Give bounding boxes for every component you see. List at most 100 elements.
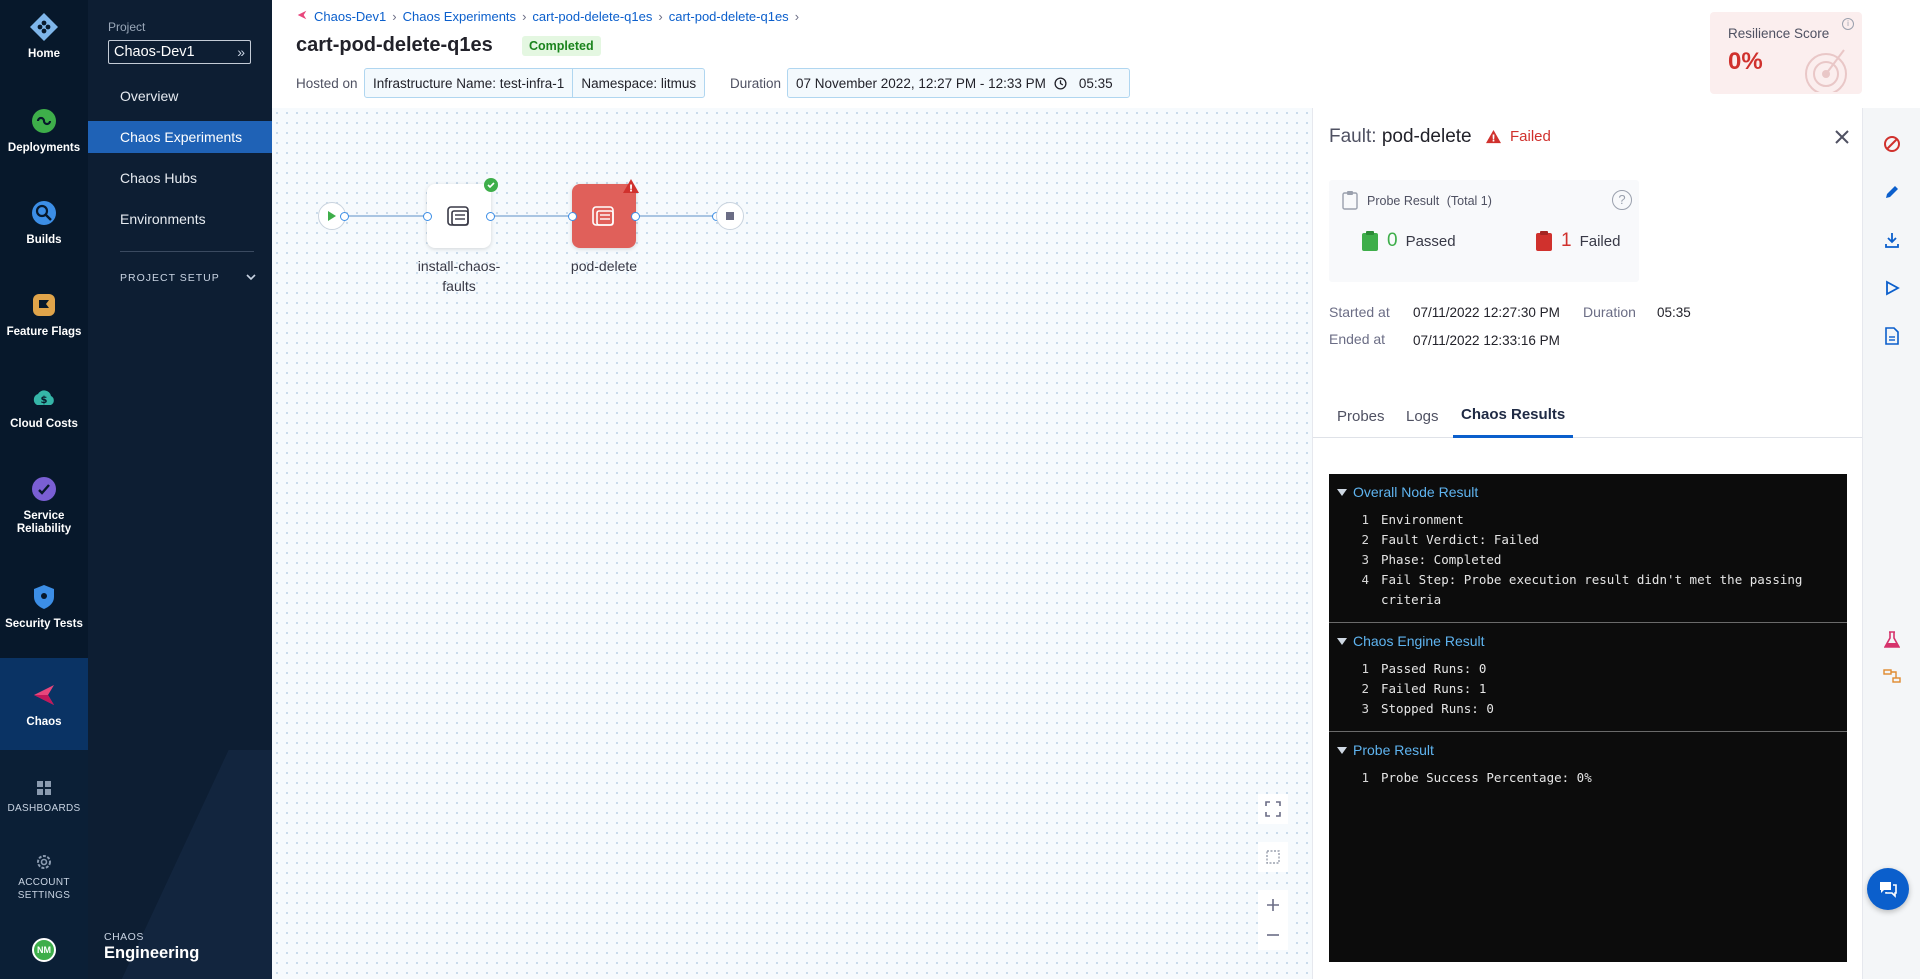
result-line: 1 Passed Runs: 0 bbox=[1329, 659, 1847, 679]
nav-dashboards-label: DASHBOARDS bbox=[7, 803, 81, 814]
breadcrumb-project[interactable]: Chaos-Dev1 bbox=[314, 9, 386, 24]
view-yaml-button[interactable] bbox=[1880, 324, 1904, 348]
plus-icon bbox=[1267, 899, 1279, 911]
caret-down-icon bbox=[1337, 488, 1347, 496]
detail-tabs: Probes Logs Chaos Results bbox=[1313, 394, 1863, 438]
result-section-header[interactable]: Probe Result bbox=[1329, 742, 1847, 758]
project-selector[interactable]: Chaos-Dev1 » bbox=[108, 40, 251, 64]
run-experiment-button[interactable] bbox=[1880, 276, 1904, 300]
tab-chaos-results[interactable]: Chaos Results bbox=[1453, 394, 1574, 438]
nav-deployments[interactable]: Deployments bbox=[0, 106, 88, 155]
chevron-down-icon bbox=[246, 272, 256, 284]
clipboard-failed-icon bbox=[1536, 231, 1552, 251]
nav-account-settings[interactable]: ACCOUNT SETTINGS bbox=[0, 852, 88, 902]
nav-deployments-label: Deployments bbox=[7, 142, 81, 154]
nav-feature-flags[interactable]: Feature Flags bbox=[0, 290, 88, 339]
step-node-install-chaos-faults[interactable] bbox=[427, 184, 491, 248]
ban-icon bbox=[1884, 136, 1900, 152]
download-icon bbox=[1885, 233, 1899, 248]
end-node[interactable] bbox=[716, 202, 744, 230]
double-chevron-right-icon: » bbox=[237, 44, 245, 60]
breadcrumb: Chaos-Dev1 › Chaos Experiments › cart-po… bbox=[296, 9, 799, 24]
nav-cloud-costs[interactable]: $ Cloud Costs bbox=[0, 382, 88, 431]
experiment-canvas[interactable]: install-chaos- faults ! pod-delete bbox=[272, 108, 1312, 979]
status-badge: Completed bbox=[522, 36, 601, 56]
support-chat-button[interactable] bbox=[1867, 868, 1909, 910]
warning-icon: ! bbox=[622, 178, 640, 197]
sidebar-item-environments[interactable]: Environments bbox=[88, 203, 272, 235]
help-icon[interactable]: ? bbox=[1612, 190, 1632, 210]
play-icon bbox=[328, 211, 336, 221]
breadcrumb-experiment-run[interactable]: cart-pod-delete-q1es bbox=[669, 9, 789, 24]
node-label-line: install-chaos- bbox=[417, 258, 501, 274]
project-setup-label: PROJECT SETUP bbox=[120, 272, 220, 284]
line-text: Failed Runs: 1 bbox=[1381, 681, 1487, 696]
ended-at-label: Ended at bbox=[1329, 331, 1386, 347]
line-text: Phase: Completed bbox=[1381, 552, 1502, 567]
line-number: 1 bbox=[1361, 661, 1369, 676]
probe-failed-label: Failed bbox=[1579, 232, 1621, 250]
fault-title-name: pod-delete bbox=[1381, 126, 1472, 147]
nav-chaos[interactable]: Chaos bbox=[0, 658, 88, 750]
nav-service-reliability-label: Service Reliability bbox=[16, 510, 72, 535]
fault-title: Fault: pod-delete bbox=[1329, 126, 1472, 148]
page-header: Chaos-Dev1 › Chaos Experiments › cart-po… bbox=[272, 0, 1862, 108]
sidebar-item-chaos-experiments[interactable]: Chaos Experiments bbox=[88, 121, 272, 153]
zoom-in-button[interactable] bbox=[1258, 890, 1288, 920]
resilience-score-card: Resilience Score 0% i bbox=[1710, 12, 1862, 94]
success-check-icon bbox=[484, 178, 498, 192]
tab-probes[interactable]: Probes bbox=[1329, 394, 1393, 438]
edit-experiment-button[interactable] bbox=[1880, 180, 1904, 204]
connector-port bbox=[486, 212, 495, 221]
svg-text:$: $ bbox=[41, 395, 48, 406]
probe-result-total: (Total 1) bbox=[1446, 194, 1492, 208]
pencil-icon bbox=[1886, 186, 1898, 198]
nav-builds[interactable]: Builds bbox=[0, 198, 88, 247]
breadcrumb-chaos-experiments[interactable]: Chaos Experiments bbox=[403, 9, 516, 24]
result-section-overall-node: Overall Node Result 1 Environment 2 Fault … bbox=[1329, 474, 1847, 623]
avatar[interactable]: NM bbox=[32, 938, 56, 962]
lab-button[interactable] bbox=[1880, 628, 1904, 652]
experiment-actions-toolbar bbox=[1862, 108, 1920, 979]
nav-service-reliability[interactable]: Service Reliability bbox=[0, 474, 88, 536]
probe-failed-stat: 1 Failed bbox=[1535, 230, 1620, 252]
module-brand-small: CHAOS bbox=[104, 931, 144, 943]
info-icon[interactable]: i bbox=[1842, 18, 1854, 30]
breadcrumb-separator: › bbox=[794, 9, 800, 24]
workflow-button[interactable] bbox=[1880, 664, 1904, 688]
breadcrumb-separator: › bbox=[392, 9, 397, 24]
probe-result-card: Probe Result (Total 1) ? 0 Passed 1 Fail… bbox=[1329, 180, 1639, 282]
sidebar-item-chaos-hubs[interactable]: Chaos Hubs bbox=[88, 162, 272, 194]
nav-dashboards[interactable]: DASHBOARDS bbox=[0, 778, 88, 815]
line-text: Fault Verdict: Failed bbox=[1381, 532, 1540, 547]
hosted-on-label: Hosted on bbox=[296, 76, 358, 91]
nav-security-tests[interactable]: Security Tests bbox=[0, 582, 88, 631]
zoom-out-button[interactable] bbox=[1258, 920, 1288, 950]
download-button[interactable] bbox=[1880, 228, 1904, 252]
chaos-icon bbox=[296, 9, 308, 24]
chaos-fault-icon bbox=[447, 206, 469, 226]
connector-port bbox=[340, 212, 349, 221]
nav-home[interactable]: Home bbox=[0, 12, 88, 61]
result-section-title: Overall Node Result bbox=[1353, 484, 1479, 500]
tab-logs[interactable]: Logs bbox=[1398, 394, 1447, 438]
close-icon bbox=[1835, 130, 1849, 144]
result-section-header[interactable]: Overall Node Result bbox=[1329, 484, 1847, 500]
close-panel-button[interactable] bbox=[1831, 126, 1853, 148]
result-section-header[interactable]: Chaos Engine Result bbox=[1329, 633, 1847, 649]
result-line: 2 Fault Verdict: Failed bbox=[1329, 530, 1847, 550]
line-text: Probe Success Percentage: 0% bbox=[1381, 770, 1592, 785]
breadcrumb-experiment[interactable]: cart-pod-delete-q1es bbox=[532, 9, 652, 24]
line-number: 2 bbox=[1361, 681, 1369, 696]
pipeline-graph bbox=[332, 215, 716, 217]
project-setup-toggle[interactable]: PROJECT SETUP bbox=[120, 272, 256, 284]
connector-port bbox=[568, 212, 577, 221]
sidebar-item-overview[interactable]: Overview bbox=[88, 80, 272, 112]
feature-flags-icon bbox=[29, 290, 59, 320]
fit-view-button[interactable] bbox=[1258, 842, 1288, 872]
line-text: Passed Runs: 0 bbox=[1381, 661, 1487, 676]
duration-total-value: 05:35 bbox=[1078, 75, 1113, 91]
fullscreen-button[interactable] bbox=[1258, 794, 1288, 824]
line-number: 4 bbox=[1361, 572, 1369, 587]
stop-experiment-button[interactable] bbox=[1880, 132, 1904, 156]
